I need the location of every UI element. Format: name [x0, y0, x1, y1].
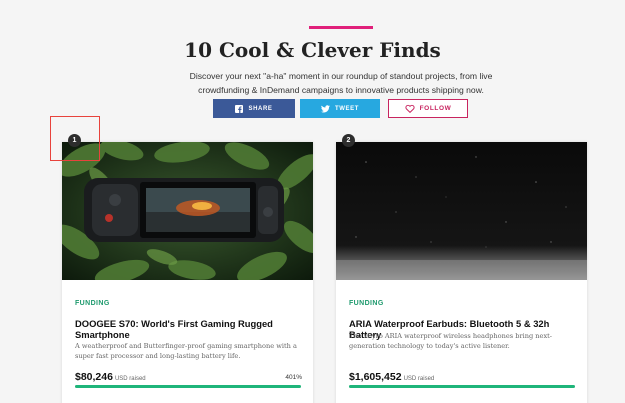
amount-unit: USD raised	[403, 376, 435, 382]
amount-value: $80,246	[75, 371, 113, 383]
accent-bar	[309, 26, 373, 29]
funding-tag: FUNDING	[349, 300, 384, 307]
amount-raised: $1,605,452 USD raised	[349, 371, 434, 383]
funding-percent: 401%	[285, 374, 302, 381]
highlight-box	[50, 116, 100, 161]
project-image-doogee[interactable]	[62, 142, 313, 280]
twitter-icon	[321, 104, 330, 113]
progress-fill	[349, 385, 575, 388]
heart-icon	[405, 104, 415, 113]
follow-button[interactable]: FOLLOW	[388, 99, 468, 118]
progress-bar	[349, 385, 575, 388]
project-description: The xFyro ARIA waterproof wireless headp…	[349, 332, 553, 350]
facebook-icon	[235, 104, 244, 113]
project-title[interactable]: DOOGEE S70: World's First Gaming Rugged …	[75, 318, 303, 340]
twitter-share-label: TWEET	[335, 105, 359, 112]
page-title: 10 Cool & Clever Finds	[184, 38, 441, 62]
project-description: A weatherproof and Butterfinger-proof ga…	[75, 342, 297, 360]
funding-tag: FUNDING	[75, 300, 110, 307]
facebook-share-label: SHARE	[248, 105, 273, 112]
rank-badge: 2	[342, 134, 355, 147]
progress-fill	[75, 385, 301, 388]
amount-unit: USD raised	[114, 376, 146, 382]
twitter-share-button[interactable]: TWEET	[300, 99, 380, 118]
project-card[interactable]: FUNDING ARIA Waterproof Earbuds: Bluetoo…	[336, 142, 587, 403]
page-subtitle: Discover your next "a-ha" moment in our …	[189, 71, 493, 95]
project-card[interactable]: FUNDING DOOGEE S70: World's First Gaming…	[62, 142, 313, 403]
project-image-aria[interactable]	[336, 142, 587, 280]
follow-label: FOLLOW	[419, 105, 452, 112]
amount-raised: $80,246 USD raised	[75, 371, 146, 383]
facebook-share-button[interactable]: SHARE	[213, 99, 295, 118]
progress-bar	[75, 385, 301, 388]
amount-value: $1,605,452	[349, 371, 402, 383]
